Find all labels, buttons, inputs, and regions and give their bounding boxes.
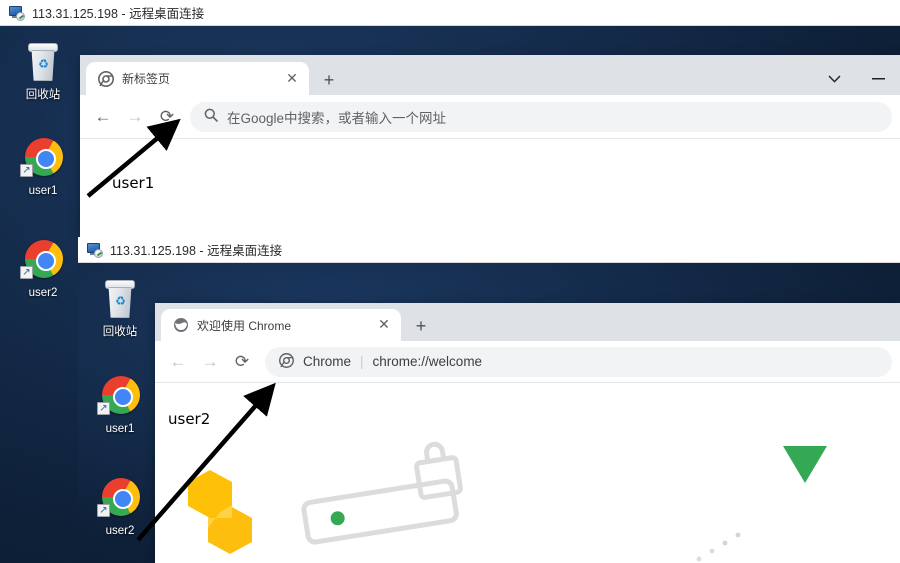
annotation-label-user1: user1 [112, 174, 155, 192]
screenshot-root: 113.31.125.198 - 远程桌面连接 ♻ 回收站 ↗ user1 ↗ … [0, 0, 900, 563]
annotation-label-user2: user2 [168, 410, 211, 428]
annotation-arrow-user1 [86, 118, 276, 542]
